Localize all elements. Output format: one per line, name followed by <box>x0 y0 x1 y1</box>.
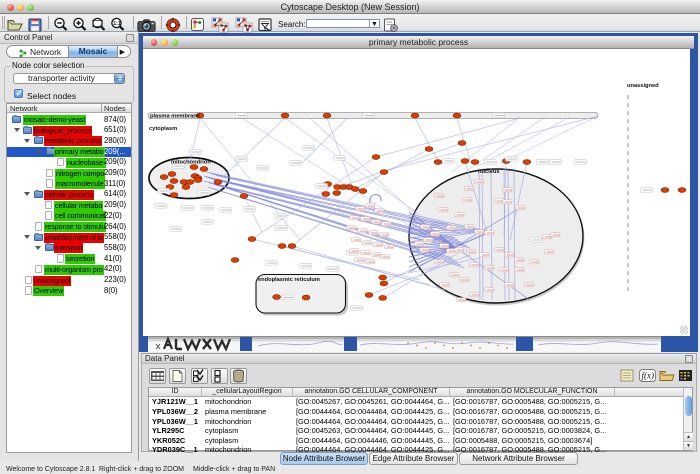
svg-text:endoplasmic reticulum: endoplasmic reticulum <box>258 277 320 283</box>
svg-text:unassigned: unassigned <box>627 83 659 89</box>
svg-text:cytoplasm: cytoplasm <box>149 126 177 132</box>
svg-text:f(x): f(x) <box>642 371 655 381</box>
svg-text:plasma membrane: plasma membrane <box>150 114 200 120</box>
svg-text:mitochondrion: mitochondrion <box>171 160 211 166</box>
svg-text:nucleus: nucleus <box>478 169 500 175</box>
svg-text:1:1: 1:1 <box>113 21 120 27</box>
